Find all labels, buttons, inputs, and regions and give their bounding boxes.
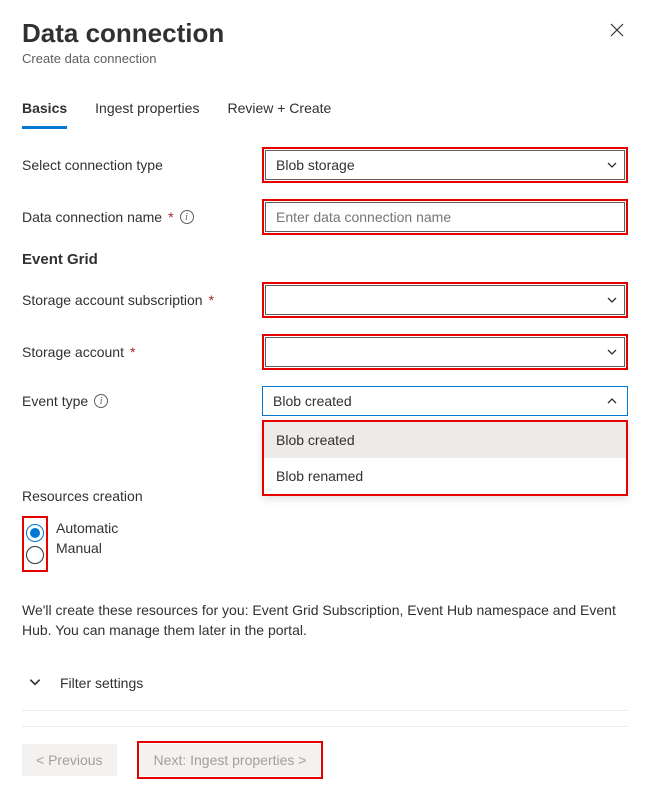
tab-bar: Basics Ingest properties Review + Create xyxy=(22,94,628,129)
previous-button[interactable]: < Previous xyxy=(22,744,117,776)
tab-review-create[interactable]: Review + Create xyxy=(227,94,331,129)
tab-basics[interactable]: Basics xyxy=(22,94,67,129)
storage-subscription-label: Storage account subscription xyxy=(22,292,203,308)
connection-type-select[interactable]: Blob storage xyxy=(265,150,625,180)
storage-account-select[interactable] xyxy=(265,337,625,367)
radio-icon xyxy=(26,524,44,542)
page-subtitle: Create data connection xyxy=(22,51,224,66)
radio-manual[interactable] xyxy=(26,546,44,564)
resources-creation-radios-highlight xyxy=(22,516,48,572)
next-button[interactable]: Next: Ingest properties > xyxy=(140,744,321,776)
chevron-down-icon xyxy=(28,675,42,692)
required-asterisk: * xyxy=(130,344,135,360)
filter-settings-expander[interactable]: Filter settings xyxy=(22,663,628,711)
radio-manual-label: Manual xyxy=(56,540,102,556)
close-icon[interactable] xyxy=(606,18,628,44)
info-icon[interactable]: i xyxy=(94,394,108,408)
event-type-value: Blob created xyxy=(273,393,352,409)
storage-subscription-select[interactable] xyxy=(265,285,625,315)
required-asterisk: * xyxy=(168,209,173,225)
event-type-option-blob-renamed[interactable]: Blob renamed xyxy=(264,458,626,494)
connection-type-value: Blob storage xyxy=(276,157,355,173)
radio-automatic[interactable] xyxy=(26,524,44,542)
data-connection-name-input[interactable] xyxy=(265,202,625,232)
event-type-label: Event type xyxy=(22,393,88,409)
connection-type-label: Select connection type xyxy=(22,157,252,173)
data-connection-name-label: Data connection name xyxy=(22,209,162,225)
wizard-footer: < Previous Next: Ingest properties > xyxy=(22,726,628,779)
event-type-dropdown: Blob created Blob renamed xyxy=(262,420,628,496)
event-type-option-blob-created[interactable]: Blob created xyxy=(264,422,626,458)
required-asterisk: * xyxy=(209,292,214,308)
resources-help-text: We'll create these resources for you: Ev… xyxy=(22,600,628,641)
info-icon[interactable]: i xyxy=(180,210,194,224)
radio-automatic-label: Automatic xyxy=(56,520,118,536)
storage-account-label: Storage account xyxy=(22,344,124,360)
tab-ingest-properties[interactable]: Ingest properties xyxy=(95,94,199,129)
event-grid-heading: Event Grid xyxy=(22,251,628,268)
page-title: Data connection xyxy=(22,18,224,49)
radio-icon xyxy=(26,546,44,564)
resources-creation-label: Resources creation xyxy=(22,486,252,504)
filter-settings-label: Filter settings xyxy=(60,675,143,691)
event-type-select[interactable]: Blob created xyxy=(262,386,628,416)
